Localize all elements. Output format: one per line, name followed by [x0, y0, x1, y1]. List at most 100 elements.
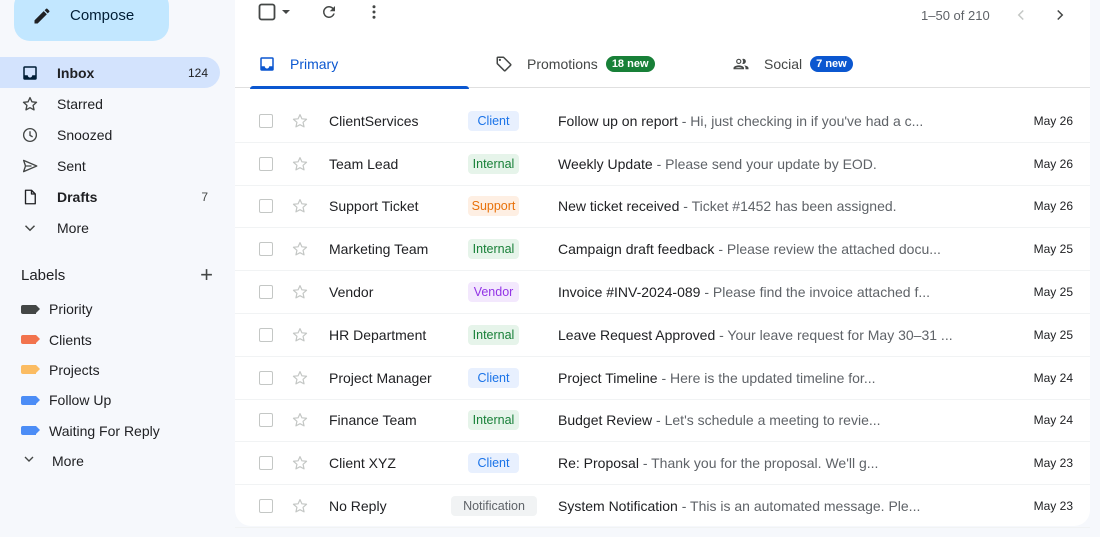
row-checkbox[interactable]	[259, 499, 273, 514]
email-snippet: - This is an automated message. Ple...	[677, 498, 921, 515]
more-vert-icon	[372, 5, 376, 19]
star-icon[interactable]	[291, 197, 309, 215]
tab-social[interactable]: Social 7 new	[732, 40, 853, 88]
select-dropdown[interactable]	[279, 2, 293, 22]
email-row[interactable]: Project Manager Client Project Timeline - …	[235, 357, 1090, 400]
email-subject: System Notification	[558, 498, 678, 515]
more-options-button[interactable]	[364, 2, 384, 22]
email-sender: Finance Team	[329, 412, 417, 429]
label-name: Follow Up	[49, 392, 112, 409]
row-checkbox[interactable]	[259, 113, 273, 128]
star-icon[interactable]	[291, 155, 309, 173]
email-subject: Re: Proposal	[558, 455, 639, 472]
row-checkbox[interactable]	[259, 242, 273, 257]
select-all-checkbox[interactable]	[257, 2, 277, 22]
email-snippet: - Please send your update by EOD.	[652, 155, 877, 172]
nav-count: 7	[201, 189, 208, 204]
email-row[interactable]: Marketing Team Internal Campaign draft fee…	[235, 228, 1090, 272]
pencil-icon	[34, 7, 50, 23]
email-subject: Weekly Update	[558, 155, 653, 172]
email-sender: Project Manager	[329, 369, 432, 386]
row-checkbox[interactable]	[259, 199, 273, 214]
prev-page-button[interactable]	[1011, 5, 1031, 25]
star-icon[interactable]	[291, 497, 309, 515]
compose-button[interactable]: Compose	[14, 0, 169, 41]
nav-more[interactable]: More	[0, 212, 220, 243]
nav-label: Drafts	[57, 188, 98, 205]
more-label: More	[52, 452, 84, 469]
tab-primary[interactable]: Primary	[249, 40, 470, 89]
star-icon[interactable]	[291, 112, 309, 130]
labels-title: Labels	[21, 266, 66, 284]
email-label-chip: Client	[468, 367, 519, 388]
nav-drafts[interactable]: Drafts 7	[0, 181, 220, 212]
refresh-button[interactable]	[319, 2, 339, 22]
email-label-chip: Notification	[451, 496, 537, 517]
inbox-icon	[260, 57, 274, 71]
label-name: Projects	[49, 361, 100, 378]
draft-icon	[21, 188, 39, 206]
star-icon[interactable]	[291, 326, 309, 344]
label-tag-icon	[21, 395, 40, 405]
email-date: May 25	[1033, 285, 1073, 300]
email-row[interactable]: Support Ticket Support New ticket received…	[235, 186, 1090, 229]
nav-label: Sent	[57, 157, 86, 174]
email-label-chip: Internal	[468, 153, 519, 174]
row-checkbox[interactable]	[259, 370, 273, 385]
tab-promotions[interactable]: Promotions 18 new	[495, 40, 655, 88]
main-panel: 1–50 of 210 Primary Promotions 18 new So…	[235, 0, 1090, 528]
label-item[interactable]: Clients	[0, 324, 220, 354]
email-subject: Leave Request Approved	[558, 326, 716, 343]
email-date: May 24	[1033, 370, 1073, 385]
email-subject: Follow up on report	[558, 112, 678, 129]
star-icon[interactable]	[291, 369, 309, 387]
email-row[interactable]: Vendor Vendor Invoice #INV-2024-089 - Plea…	[235, 271, 1090, 314]
star-icon[interactable]	[291, 240, 309, 258]
email-subject: Campaign draft feedback	[558, 241, 715, 258]
row-checkbox[interactable]	[259, 456, 273, 471]
tag-icon	[496, 56, 512, 72]
email-sender: Vendor	[329, 284, 374, 301]
email-sender: Client XYZ	[329, 455, 396, 472]
email-row[interactable]: Team Lead Internal Weekly Update - Please …	[235, 143, 1090, 186]
add-label-button[interactable]: +	[200, 264, 213, 286]
tab-label: Promotions	[527, 56, 598, 72]
label-list: Priority Clients Projects Follow Up Waiting …	[0, 294, 220, 476]
nav-starred[interactable]: Starred	[0, 88, 220, 119]
label-item[interactable]: Follow Up	[0, 385, 220, 415]
labels-more-button[interactable]: More	[0, 446, 220, 476]
label-name: Priority	[49, 301, 93, 318]
label-tag-icon	[21, 335, 40, 345]
email-content: Leave Request Approved - Your leave requ…	[558, 327, 958, 343]
row-checkbox[interactable]	[259, 285, 273, 300]
next-page-button[interactable]	[1050, 5, 1070, 25]
label-item[interactable]: Waiting For Reply	[0, 416, 220, 446]
chevron-down-icon	[21, 219, 39, 237]
email-date: May 26	[1033, 113, 1073, 128]
email-content: Project Timeline - Here is the updated t…	[558, 370, 958, 386]
email-row[interactable]: Client XYZ Client Re: Proposal - Thank you…	[235, 442, 1090, 486]
email-row[interactable]: No Reply Notification System Notification …	[235, 485, 1090, 528]
chevron-down-icon	[21, 451, 39, 470]
row-checkbox[interactable]	[259, 413, 273, 428]
inbox-icon	[21, 64, 39, 82]
row-checkbox[interactable]	[259, 327, 273, 342]
email-row[interactable]: Finance Team Internal Budget Review - Let'…	[235, 400, 1090, 443]
row-checkbox[interactable]	[259, 156, 273, 171]
email-row[interactable]: ClientServices Client Follow up on report …	[235, 100, 1090, 143]
email-date: May 23	[1033, 499, 1073, 514]
email-row[interactable]: HR Department Internal Leave Request Appro…	[235, 314, 1090, 357]
chevron-right-icon	[1057, 9, 1064, 21]
star-icon[interactable]	[291, 454, 309, 472]
label-item[interactable]: Priority	[0, 294, 220, 324]
email-sender: HR Department	[329, 326, 427, 343]
nav-sent[interactable]: Sent	[0, 150, 220, 181]
email-date: May 25	[1033, 327, 1073, 342]
star-icon[interactable]	[291, 411, 309, 429]
nav-inbox[interactable]: Inbox 124	[0, 57, 220, 88]
chevron-left-icon	[1017, 9, 1024, 21]
nav-snoozed[interactable]: Snoozed	[0, 119, 220, 150]
star-icon[interactable]	[291, 283, 309, 301]
label-item[interactable]: Projects	[0, 355, 220, 385]
email-label-chip: Client	[468, 110, 519, 131]
